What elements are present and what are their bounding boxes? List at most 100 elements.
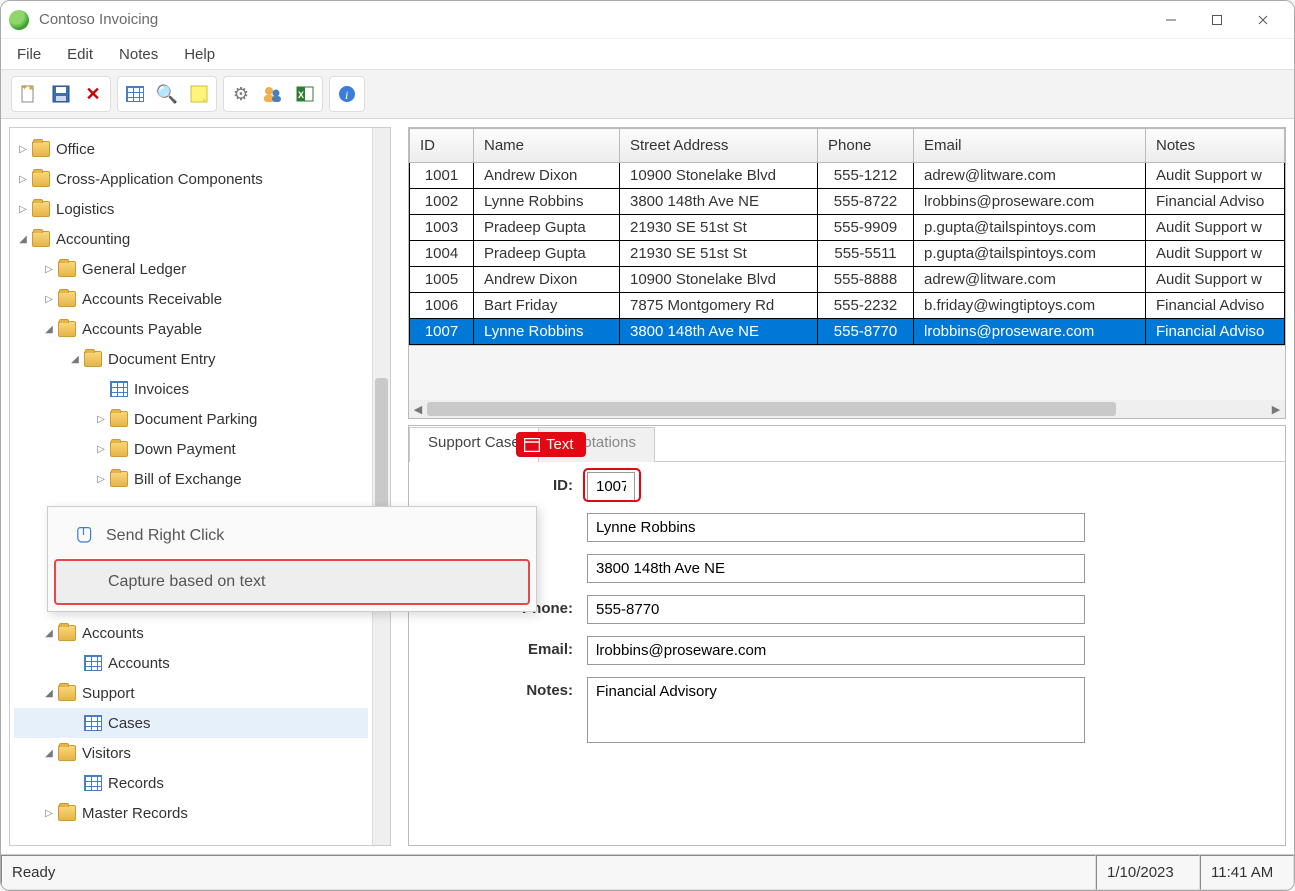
tree-item-accounts-leaf[interactable]: Accounts [14,648,368,678]
svg-text:X: X [298,90,304,100]
tree-item-office[interactable]: ▷Office [14,134,368,164]
tree-item-accounts-receivable[interactable]: ▷Accounts Receivable [14,284,368,314]
folder-icon [58,291,76,307]
app-icon [9,10,29,30]
close-button[interactable] [1240,5,1286,35]
minimize-button[interactable] [1148,5,1194,35]
excel-icon[interactable]: X [294,83,316,105]
right-panel: ID Name Street Address Phone Email Notes… [408,127,1286,846]
window-title: Contoso Invoicing [39,11,158,28]
col-notes[interactable]: Notes [1146,129,1285,163]
delete-icon[interactable]: ✕ [82,83,104,105]
grid-icon [84,655,102,671]
grid-horizontal-scrollbar[interactable]: ◀ ▶ [409,400,1285,418]
tree-label: Accounts Receivable [82,291,222,308]
text-badge[interactable]: Text [516,432,586,457]
folder-icon [32,141,50,157]
col-street[interactable]: Street Address [620,129,818,163]
tree-label: Visitors [82,745,131,762]
settings-icon[interactable]: ⚙ [230,83,252,105]
tree-item-document-parking[interactable]: ▷Document Parking [14,404,368,434]
menu-notes[interactable]: Notes [115,44,162,65]
tree-item-general-ledger[interactable]: ▷General Ledger [14,254,368,284]
col-phone[interactable]: Phone [818,129,914,163]
tree-label: Master Records [82,805,188,822]
tree-item-accounting[interactable]: ◢Accounting [14,224,368,254]
folder-icon [84,351,102,367]
field-id[interactable] [587,472,635,501]
col-id[interactable]: ID [410,129,474,163]
col-email[interactable]: Email [914,129,1146,163]
splitter[interactable] [397,127,402,846]
tree-item-logistics[interactable]: ▷Logistics [14,194,368,224]
tree-item-master-records[interactable]: ▷Master Records [14,798,368,828]
tree-item-invoices[interactable]: Invoices [14,374,368,404]
field-name[interactable] [587,513,1085,542]
label-notes: Notes: [489,677,573,699]
scroll-right-icon[interactable]: ▶ [1267,403,1285,416]
field-street[interactable] [587,554,1085,583]
table-row[interactable]: 1004Pradeep Gupta21930 SE 51st St555-551… [410,241,1285,267]
tree-label: Logistics [56,201,114,218]
new-icon[interactable]: ✦ [18,83,40,105]
tree-item-document-entry[interactable]: ◢Document Entry [14,344,368,374]
menu-file[interactable]: File [13,44,45,65]
cell-id: 1002 [410,189,474,215]
table-row[interactable]: 1006Bart Friday7875 Montgomery Rd555-223… [410,293,1285,319]
folder-icon [110,441,128,457]
col-name[interactable]: Name [474,129,620,163]
tree-item-support[interactable]: ◢Support [14,678,368,708]
tree-item-crossapp[interactable]: ▷Cross-Application Components [14,164,368,194]
folder-icon [58,805,76,821]
folder-icon [58,261,76,277]
table-row[interactable]: 1007Lynne Robbins3800 148th Ave NE555-87… [410,319,1285,345]
context-send-right-click[interactable]: Send Right Click [48,513,536,559]
menu-edit[interactable]: Edit [63,44,97,65]
cell-id: 1007 [410,319,474,345]
maximize-button[interactable] [1194,5,1240,35]
tree-item-records[interactable]: Records [14,768,368,798]
body: ▷Office ▷Cross-Application Components ▷L… [1,119,1294,854]
save-icon[interactable] [50,83,72,105]
tree-item-accounts-payable[interactable]: ◢Accounts Payable [14,314,368,344]
cell-name: Andrew Dixon [474,163,620,189]
tree-label: Down Payment [134,441,236,458]
field-phone[interactable] [587,595,1085,624]
folder-icon [58,625,76,641]
field-notes[interactable] [587,677,1085,743]
users-icon[interactable] [262,83,284,105]
field-email[interactable] [587,636,1085,665]
tree-item-accounts[interactable]: ◢Accounts [14,618,368,648]
grid-empty-area: ◀ ▶ [409,345,1285,418]
cell-email: p.gupta@tailspintoys.com [914,215,1146,241]
info-icon[interactable]: i [336,83,358,105]
note-icon[interactable] [188,83,210,105]
tree-scrollbar[interactable] [372,128,390,845]
tree-item-cases[interactable]: Cases [14,708,368,738]
cell-phone: 555-8770 [818,319,914,345]
tree-item-visitors[interactable]: ◢Visitors [14,738,368,768]
scroll-left-icon[interactable]: ◀ [409,403,427,416]
cell-street: 10900 Stonelake Blvd [620,163,818,189]
cell-phone: 555-8722 [818,189,914,215]
cell-notes: Audit Support w [1146,163,1285,189]
cell-notes: Financial Adviso [1146,189,1285,215]
table-row[interactable]: 1005Andrew Dixon10900 Stonelake Blvd555-… [410,267,1285,293]
grid-icon [110,381,128,397]
tree-label: Accounts [108,655,170,672]
grid-icon[interactable] [124,83,146,105]
table-row[interactable]: 1002Lynne Robbins3800 148th Ave NE555-87… [410,189,1285,215]
label-id: ID: [489,472,573,494]
toolbar-group-view: 🔍 [117,76,217,112]
tree-label: Support [82,685,135,702]
data-grid[interactable]: ID Name Street Address Phone Email Notes… [409,128,1285,345]
folder-icon [58,685,76,701]
table-row[interactable]: 1001Andrew Dixon10900 Stonelake Blvd555-… [410,163,1285,189]
menu-help[interactable]: Help [180,44,219,65]
search-icon[interactable]: 🔍 [156,83,178,105]
detail-form: ID: Name: Street: [409,462,1285,775]
tree-item-bill-of-exchange[interactable]: ▷Bill of Exchange [14,464,368,494]
tree-item-down-payment[interactable]: ▷Down Payment [14,434,368,464]
table-row[interactable]: 1003Pradeep Gupta21930 SE 51st St555-990… [410,215,1285,241]
context-capture-text[interactable]: Capture based on text [54,559,530,605]
